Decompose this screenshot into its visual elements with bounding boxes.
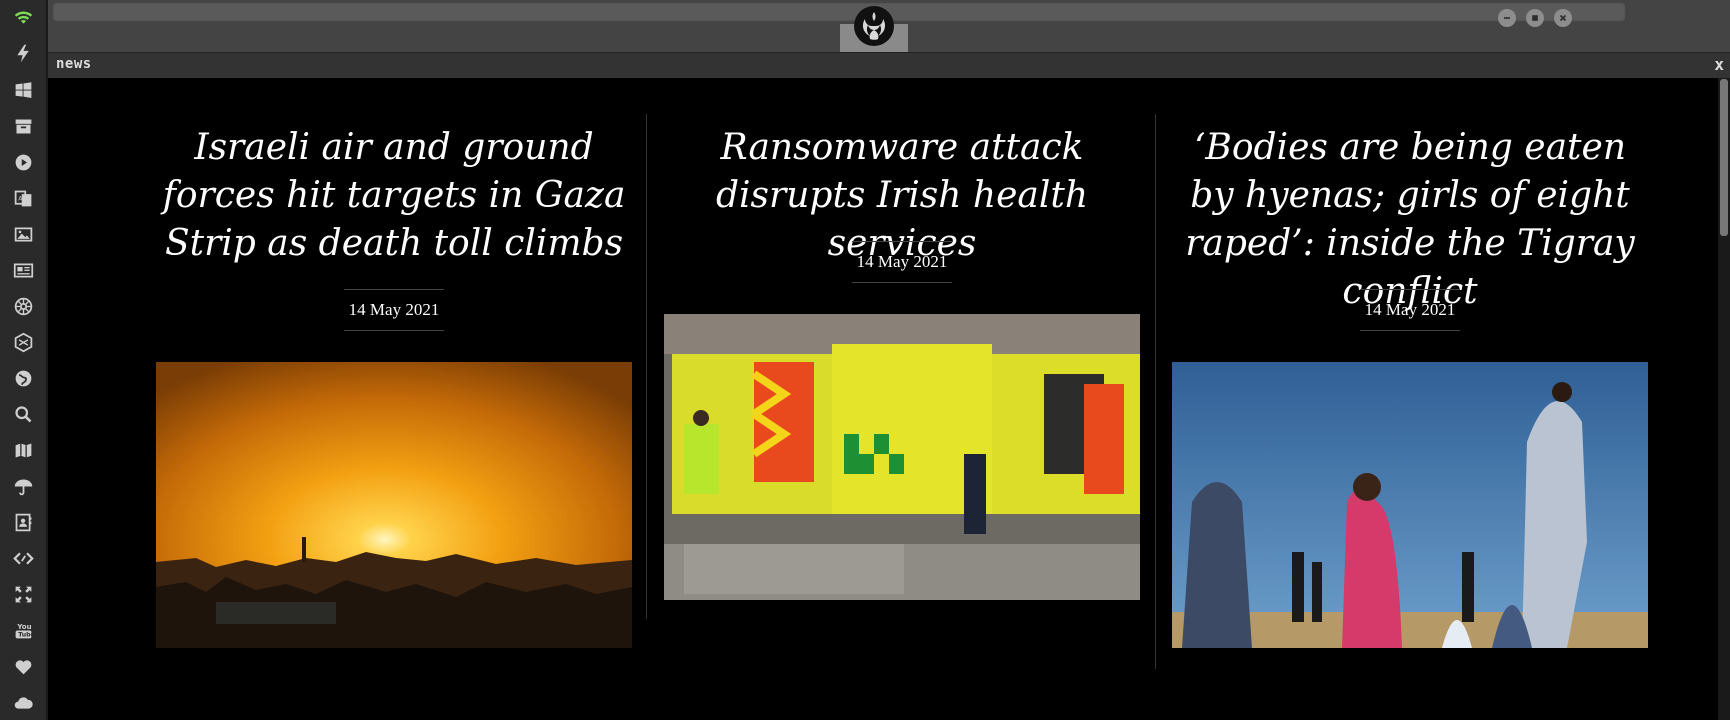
translate-icon[interactable]: A <box>8 186 38 210</box>
tab-bar: news x <box>48 52 1730 79</box>
column-divider <box>646 114 647 619</box>
tab-title[interactable]: news <box>56 56 92 72</box>
article-date: 14 May 2021 <box>1360 289 1460 331</box>
svg-text:Tube: Tube <box>18 631 34 638</box>
rebel-alliance-icon[interactable] <box>854 6 894 46</box>
scrollbar-thumb[interactable] <box>1720 79 1728 236</box>
column-divider <box>1155 114 1156 669</box>
heart-icon[interactable] <box>8 654 38 678</box>
article-card[interactable]: Israeli air and ground forces hit target… <box>156 78 632 720</box>
tab-close-button[interactable]: x <box>1714 55 1724 74</box>
sidebar: A You Tube <box>0 0 48 720</box>
contacts-icon[interactable] <box>8 510 38 534</box>
scrollbar[interactable] <box>1718 78 1730 720</box>
cloud-icon[interactable] <box>8 690 38 714</box>
news-feed: Israeli air and ground forces hit target… <box>48 78 1718 720</box>
article-headline[interactable]: Israeli air and ground forces hit target… <box>156 124 632 268</box>
archive-icon[interactable] <box>8 114 38 138</box>
play-icon[interactable] <box>8 150 38 174</box>
title-bar <box>48 0 1730 52</box>
close-button[interactable] <box>1554 9 1572 27</box>
map-icon[interactable] <box>8 438 38 462</box>
article-image[interactable] <box>664 314 1140 600</box>
address-bar[interactable] <box>52 2 1626 22</box>
article-card[interactable]: ‘Bodies are being eaten by hyenas; girls… <box>1172 78 1648 720</box>
hexagon-icon[interactable] <box>8 330 38 354</box>
article-headline[interactable]: ‘Bodies are being eaten by hyenas; girls… <box>1172 124 1648 316</box>
windows-icon[interactable] <box>8 78 38 102</box>
article-date: 14 May 2021 <box>344 289 444 331</box>
galactic-empire-icon[interactable] <box>8 294 38 318</box>
svg-text:You: You <box>16 622 31 630</box>
newspaper-icon[interactable] <box>8 258 38 282</box>
globe-icon[interactable] <box>8 366 38 390</box>
bolt-icon[interactable] <box>8 41 38 65</box>
image-icon[interactable] <box>8 222 38 246</box>
code-icon[interactable] <box>8 546 38 570</box>
youtube-icon[interactable]: You Tube <box>8 618 38 642</box>
article-image[interactable] <box>1172 362 1648 648</box>
article-image[interactable] <box>156 362 632 648</box>
article-date: 14 May 2021 <box>852 241 952 283</box>
minimize-button[interactable] <box>1498 9 1516 27</box>
wifi-icon[interactable] <box>8 5 38 29</box>
maximize-button[interactable] <box>1526 9 1544 27</box>
expand-icon[interactable] <box>8 582 38 606</box>
umbrella-icon[interactable] <box>8 474 38 498</box>
search-icon[interactable] <box>8 402 38 426</box>
article-card[interactable]: Ransomware attack disrupts Irish health … <box>664 78 1140 720</box>
